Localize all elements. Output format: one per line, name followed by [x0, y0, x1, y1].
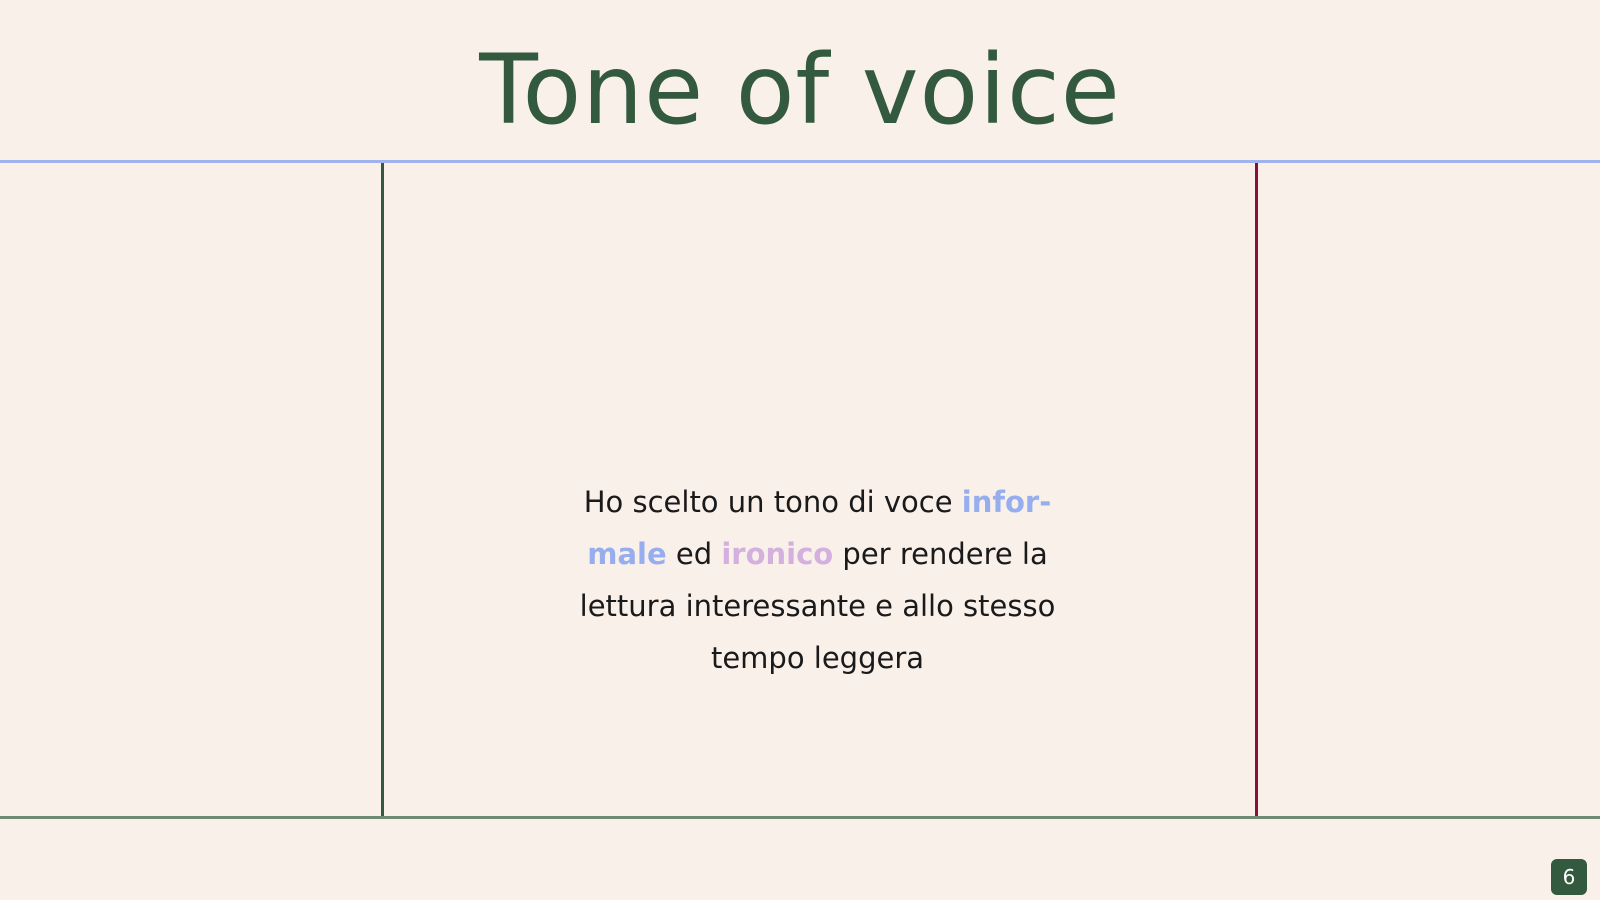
body-paragraph: Ho scelto un tono di voce infor-male ed …: [555, 476, 1080, 684]
right-vertical-divider: [1255, 163, 1258, 816]
highlight-ironico: ironico: [721, 537, 834, 571]
bottom-divider: [0, 816, 1600, 819]
left-vertical-divider: [381, 163, 384, 816]
top-divider: [0, 160, 1600, 163]
highlight-informale-part1: infor-: [961, 485, 1052, 519]
body-text-part2: ed: [666, 537, 722, 571]
highlight-informale-part2: male: [587, 537, 667, 571]
page-number-badge: 6: [1551, 859, 1587, 895]
body-text-part1: Ho scelto un tono di voce: [583, 485, 962, 519]
sound-wave-icon: [750, 305, 886, 408]
slide-title: Tone of voice: [479, 34, 1121, 146]
